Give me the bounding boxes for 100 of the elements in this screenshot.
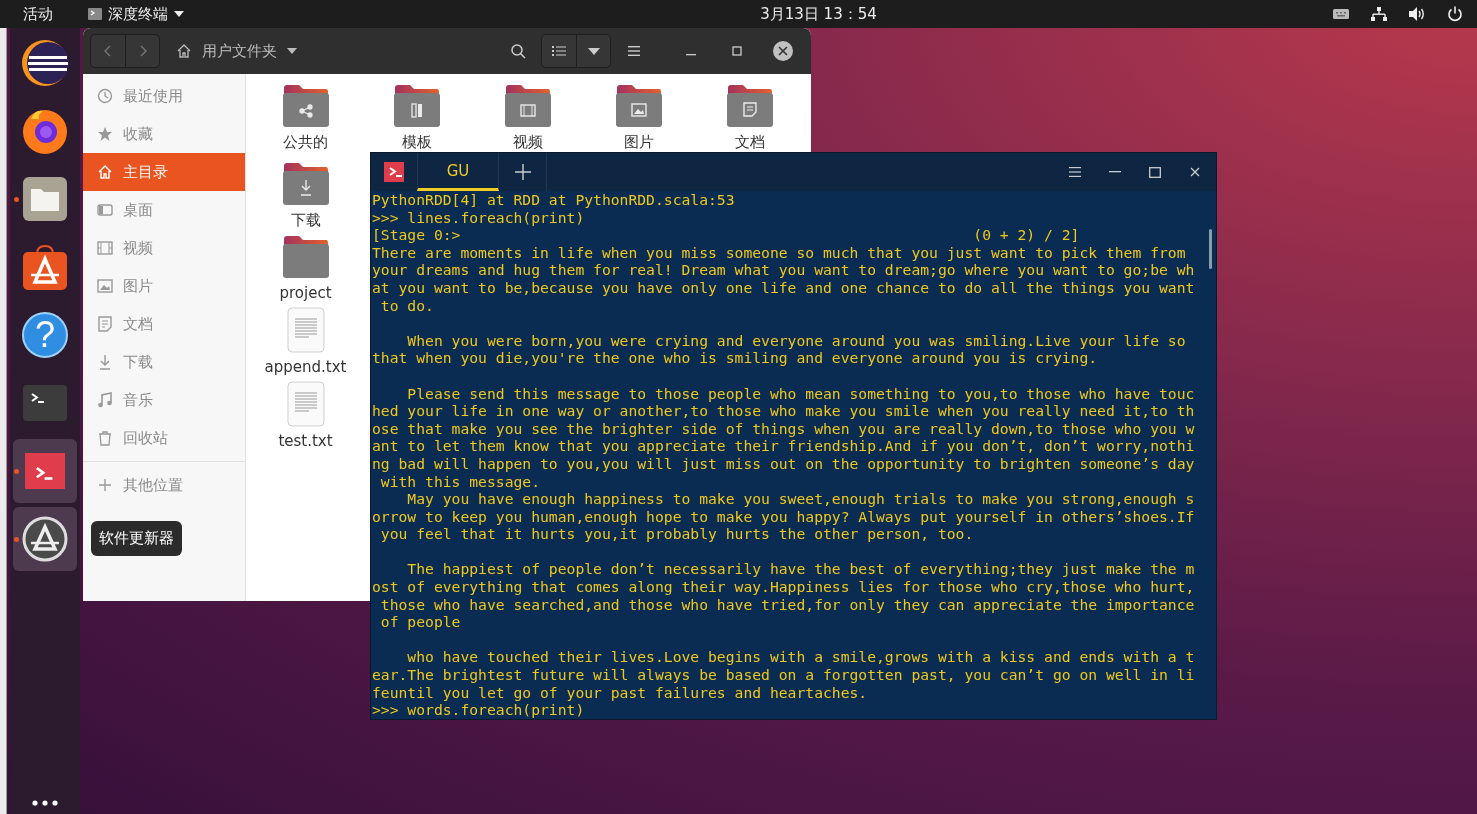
text-file-icon [286, 307, 325, 353]
menu-icon [1069, 167, 1081, 177]
terminal-line: ant to let them know that you appreciate their friendship.And if you don’t, don’t worry,nothi [372, 437, 1196, 455]
picture-icon [97, 278, 113, 294]
tooltip-label: 软件更新器 [91, 521, 182, 556]
caret-icon [174, 11, 184, 17]
folder-icon [281, 235, 330, 279]
list-icon [551, 43, 567, 59]
terminal-icon [25, 453, 65, 489]
eclipse-icon [21, 39, 69, 87]
file-name: append.txt [264, 358, 347, 376]
minimize-icon [686, 54, 696, 56]
plus-icon [97, 477, 113, 493]
maximize-icon [732, 46, 742, 56]
close-icon [778, 46, 788, 56]
updater-icon [22, 516, 68, 562]
app-menu[interactable]: 深度终端 [88, 4, 184, 24]
network-icon [1371, 7, 1387, 21]
file-item[interactable]: 图片 [583, 84, 694, 156]
home-icon [97, 164, 113, 180]
activities-button[interactable]: 活动 [23, 4, 83, 24]
trash-icon [97, 430, 113, 446]
home-icon [176, 43, 192, 59]
dock-item[interactable] [13, 507, 77, 571]
terminal-line: May you have enough happiness to make you sweet,enough trials to make you strong,enough s [406, 490, 1196, 508]
file-name: 视频 [512, 133, 543, 152]
terminal-icon [88, 8, 102, 20]
show-apps-icon[interactable] [32, 800, 58, 806]
file-item[interactable]: project [250, 235, 361, 302]
terminal-line: of people [379, 613, 462, 631]
terminal-line: hed your life in one way or another,to those who make you smile when you really need it,to th [372, 402, 1196, 420]
volume-icon [1409, 7, 1425, 21]
file-item[interactable]: append.txt [250, 307, 361, 376]
pictures-folder-icon [614, 84, 663, 128]
file-name: 模板 [401, 133, 432, 152]
terminal-line: >>> lines.foreach(print) [372, 208, 586, 227]
terminal-icon [384, 162, 404, 182]
file-item[interactable]: test.txt [250, 381, 361, 450]
close-icon [1190, 167, 1200, 177]
file-item[interactable]: 下载 [250, 162, 361, 230]
file-name: 图片 [623, 133, 654, 152]
film-icon [97, 240, 113, 256]
file-name: project [279, 284, 332, 302]
music-icon [97, 392, 113, 408]
terminal-line: that when you die,you're the one who is smiling and everyone around you is crying. [372, 349, 1099, 367]
terminal-line: ose that make you see the brighter side of things when you are really down,to those who you w [372, 419, 1196, 438]
file-item[interactable]: 文档 [694, 84, 805, 156]
terminal-line: ost of everything that comes along their way.Happiness lies for those who cry,those who hurt, [372, 578, 1196, 596]
terminal-line: those who have searched,and those who have tried,for only they can appreciate the importance [379, 595, 1196, 614]
documents-folder-icon [725, 84, 774, 128]
terminal-line: [Stage 0:> (0 + 2) / 2] [372, 226, 1081, 244]
menu-icon [626, 43, 642, 59]
path-button[interactable]: 用户文件夹 [166, 35, 318, 67]
plus-icon [513, 163, 532, 181]
text-file-icon [286, 381, 325, 427]
power-icon [1447, 6, 1463, 22]
file-item[interactable]: 公共的 [250, 84, 361, 156]
file-name: test.txt [278, 432, 333, 450]
clock[interactable]: 3月13日 13：54 [760, 4, 877, 24]
terminal-line: at you want to be,because you have only one life and one chance to do all the things you want [372, 278, 1196, 297]
clock-icon [97, 88, 113, 104]
file-name: 公共的 [283, 133, 328, 152]
files-icon [23, 177, 67, 221]
sidebar-item[interactable]: 主目录 [83, 153, 245, 191]
minimize-icon [1109, 171, 1121, 173]
desktop-icon [97, 202, 113, 218]
downloads-folder-icon [281, 162, 330, 206]
file-name: 文档 [734, 133, 765, 152]
terminal-line: There are moments in life when you miss someone so much that you just want to pick them from [372, 243, 1187, 262]
search-icon [510, 43, 526, 59]
videos-folder-icon [503, 84, 552, 128]
terminal-line: orrow to keep you human,enough hope to make you happy? Always put yourself in others’shoes.If [372, 507, 1196, 526]
terminal-icon [23, 385, 67, 421]
templates-folder-icon [392, 84, 441, 128]
help-icon: ? [22, 312, 68, 358]
terminal-line: >>> words.foreach(print) [372, 701, 586, 719]
shared-folder-icon [281, 84, 330, 128]
terminal-line: ng bad will happen to you,you will just miss out on the opportunity to brighten someone’s day [372, 454, 1196, 473]
terminal-line: PythonRDD[4] at RDD at PythonRDD.scala:53 [372, 191, 736, 209]
software-store-icon [23, 244, 67, 290]
scrollbar[interactable] [1209, 229, 1212, 269]
download-icon [97, 354, 113, 370]
terminal-line: your dreams and hug them for real! Dream what you want to dream;go where you want to go;be wh [372, 261, 1196, 279]
keyboard-icon [1333, 9, 1349, 19]
maximize-icon [1149, 166, 1161, 178]
document-icon [97, 316, 113, 332]
firefox-icon [21, 107, 69, 155]
terminal-line: with this message. [379, 472, 541, 491]
terminal-line: The happiest of people don’t necessarily have the best of everything;they just make the m [406, 560, 1196, 579]
terminal-line: Please send this message to those people who mean something to you,to those who have touc [406, 384, 1196, 403]
file-item[interactable]: 模板 [361, 84, 472, 156]
file-name: 下载 [290, 211, 321, 230]
terminal-line: who have touched their lives.Love begins with a smile,grows with a kiss and ends with a t [406, 648, 1196, 667]
terminal-line: feuntil you let go of your past failures and heartaches. [372, 683, 869, 702]
terminal-line: When you were born,you were crying and everyone around you was smiling.Live your life so [406, 331, 1187, 350]
star-icon [97, 126, 113, 142]
terminal-line: you feel that it hurts you,it probably hurts the other person, too. [379, 525, 975, 543]
caret-icon [587, 47, 600, 55]
file-item[interactable]: 视频 [472, 84, 583, 156]
terminal-line: to do. [379, 296, 435, 315]
